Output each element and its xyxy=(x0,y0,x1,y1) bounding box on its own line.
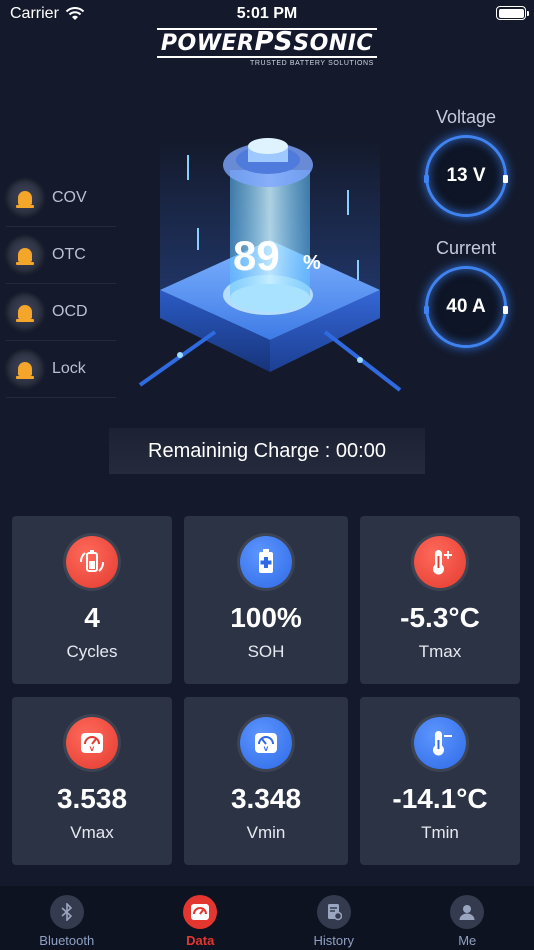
tab-bar: Bluetooth Data History Me xyxy=(0,886,534,950)
tab-data[interactable]: Data xyxy=(134,886,268,950)
voltage-label: Voltage xyxy=(435,107,497,127)
current-value: 40 A xyxy=(446,296,486,317)
alarm-light-icon xyxy=(6,236,44,274)
voltage-value: 13 V xyxy=(446,165,486,186)
tab-label: Bluetooth xyxy=(39,933,95,948)
logo-tagline: TRUSTED BATTERY SOLUTIONS xyxy=(250,60,374,67)
metric-value: 4 xyxy=(84,602,100,633)
current-label: Current xyxy=(435,238,497,258)
alarm-light-icon xyxy=(6,350,44,388)
tab-label: History xyxy=(313,933,354,948)
tab-label: Data xyxy=(186,933,215,948)
person-icon xyxy=(450,895,485,929)
state-of-charge-value: 89 xyxy=(233,232,280,279)
battery-cycle-icon xyxy=(66,536,118,588)
voltmeter-icon: V xyxy=(66,717,118,769)
metric-value: 3.348 xyxy=(230,783,302,814)
metric-value: -5.3°C xyxy=(400,602,480,633)
alarm-item-ocd: OCD xyxy=(6,284,116,341)
status-bar: Carrier 5:01 PM xyxy=(0,0,534,28)
metric-label: Tmax xyxy=(418,642,462,661)
alarm-light-icon xyxy=(6,293,44,331)
remaining-charge: Remaininig Charge : 00:00 xyxy=(109,428,425,474)
tab-me[interactable]: Me xyxy=(401,886,534,950)
alarm-item-cov: COV xyxy=(6,170,116,227)
current-gauge: 40 A xyxy=(424,266,508,348)
metrics-grid: 4 Cycles 100% SOH -5.3°C Tmax V 3.538 Vm… xyxy=(12,516,522,865)
metric-card-tmin: -14.1°C Tmin xyxy=(360,697,520,865)
tab-bluetooth[interactable]: Bluetooth xyxy=(0,886,134,950)
alarm-label: OCD xyxy=(52,303,88,320)
bluetooth-icon xyxy=(49,895,84,929)
metric-card-vmin: V 3.348 Vmin xyxy=(184,697,348,865)
alarm-item-otc: OTC xyxy=(6,227,116,284)
alarm-item-lock: Lock xyxy=(6,341,116,398)
alarm-label: Lock xyxy=(52,360,86,377)
alarm-list: COV OTC OCD Lock xyxy=(6,170,116,398)
svg-text:V: V xyxy=(264,746,269,753)
metric-card-cycles: 4 Cycles xyxy=(12,516,172,684)
svg-text:V: V xyxy=(90,746,95,753)
tab-label: Me xyxy=(458,933,477,948)
voltage-gauge: 13 V xyxy=(424,135,508,217)
thermometer-minus-icon xyxy=(414,717,466,769)
metric-label: SOH xyxy=(247,642,285,661)
brand-logo: POWERPSSONIC TRUSTED BATTERY SOLUTIONS xyxy=(0,28,534,67)
alarm-label: OTC xyxy=(52,246,86,263)
thermometer-plus-icon xyxy=(414,536,466,588)
battery-health-icon xyxy=(240,536,292,588)
alarm-label: COV xyxy=(52,189,87,206)
state-of-charge-unit: % xyxy=(303,252,321,274)
logo-wordmark: POWERPSSONIC xyxy=(156,28,378,58)
metric-label: Vmax xyxy=(70,823,114,842)
metric-card-tmax: -5.3°C Tmax xyxy=(360,516,520,684)
metric-value: 100% xyxy=(230,602,302,633)
metric-label: Tmin xyxy=(421,823,459,842)
alarm-light-icon xyxy=(6,179,44,217)
battery-status-icon xyxy=(496,6,529,20)
gauge-icon xyxy=(183,895,218,929)
metric-card-vmax: V 3.538 Vmax xyxy=(12,697,172,865)
metric-label: Vmin xyxy=(246,823,286,842)
voltmeter-icon: V xyxy=(240,717,292,769)
history-icon xyxy=(316,895,351,929)
metric-value: -14.1°C xyxy=(392,783,488,814)
metric-card-soh: 100% SOH xyxy=(184,516,348,684)
metric-value: 3.538 xyxy=(56,783,128,814)
metric-label: Cycles xyxy=(66,642,118,661)
clock: 5:01 PM xyxy=(236,5,298,22)
tab-history[interactable]: History xyxy=(267,886,401,950)
